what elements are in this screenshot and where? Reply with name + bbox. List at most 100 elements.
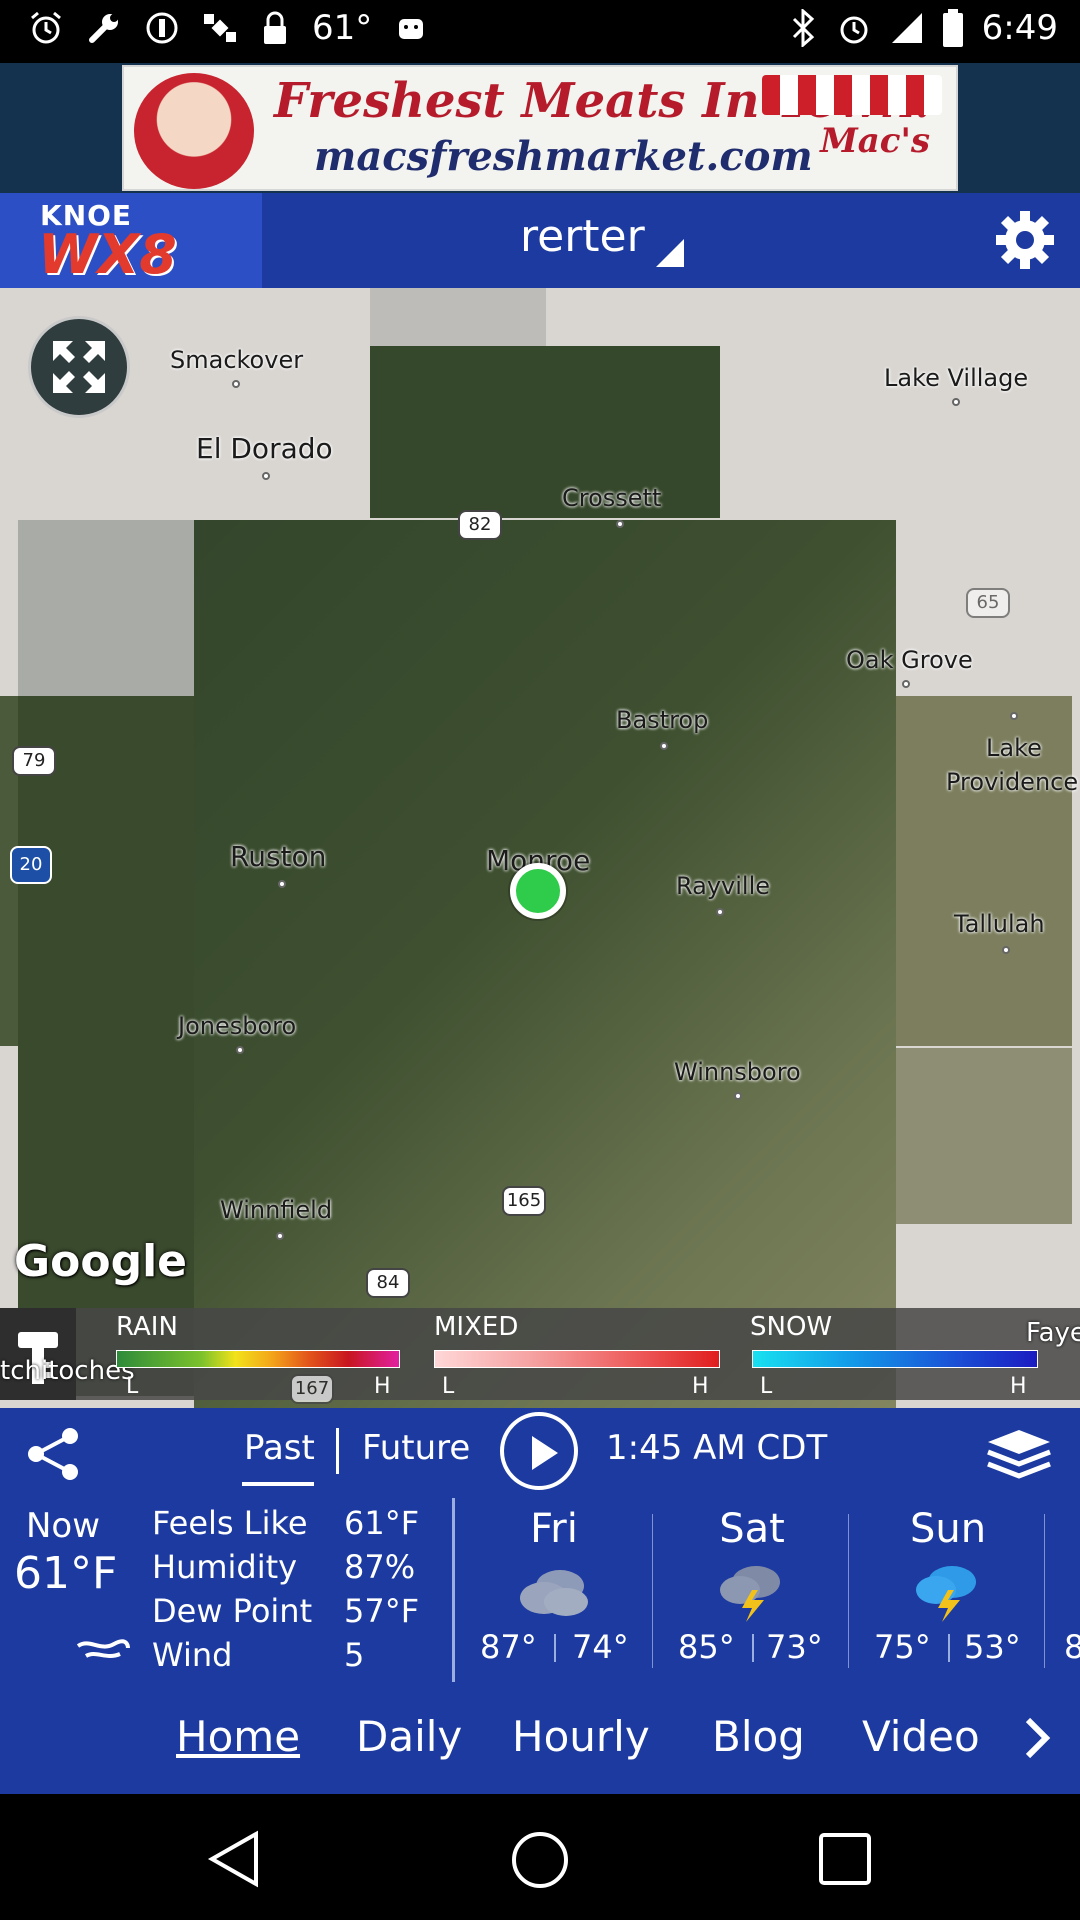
place-dot xyxy=(902,680,910,688)
legend-mixed-low: L xyxy=(442,1374,455,1399)
alarm-icon xyxy=(31,11,61,44)
radar-map[interactable]: Smackover El Dorado Crossett Lake Villag… xyxy=(0,288,1080,1408)
legend-mixed-label: MIXED xyxy=(434,1312,519,1342)
lock-icon xyxy=(264,11,286,44)
now-label: Now xyxy=(26,1506,101,1546)
place-dot xyxy=(952,398,960,406)
bluetooth-icon xyxy=(792,9,814,47)
forecast-divider xyxy=(1044,1514,1045,1668)
satellite-tile xyxy=(194,520,896,1408)
highway-shield: 65 xyxy=(966,588,1010,618)
chevron-right-icon[interactable] xyxy=(1018,1716,1058,1760)
dew-point-label: Dew Point xyxy=(152,1592,313,1630)
highway-shield: 165 xyxy=(502,1186,546,1216)
nav-daily[interactable]: Daily xyxy=(356,1712,462,1761)
satellite-tile xyxy=(370,288,546,346)
tab-past[interactable]: Past xyxy=(244,1428,315,1468)
share-icon[interactable] xyxy=(22,1422,86,1486)
location-marker[interactable] xyxy=(510,863,566,919)
satellite-tile xyxy=(18,520,194,696)
humidity-label: Humidity xyxy=(152,1548,298,1586)
place-label: Crossett xyxy=(562,484,662,512)
radar-legend: tchitoches Faye 167 RAIN L H MIXED L H S… xyxy=(0,1308,1080,1404)
layers-icon[interactable] xyxy=(984,1426,1054,1482)
location-selector[interactable]: rerter xyxy=(520,211,645,262)
place-label: Rayville xyxy=(676,872,771,900)
legend-mixed-bar xyxy=(434,1350,720,1368)
weather-panel: Now 61°F Feels Like 61°F Humidity 87% De… xyxy=(0,1498,1080,1682)
place-label: Lake xyxy=(986,734,1042,762)
ad-banner[interactable]: Freshest Meats In Town! macsfreshmarket.… xyxy=(122,65,958,191)
place-label: El Dorado xyxy=(196,432,333,465)
legend-snow-label: SNOW xyxy=(750,1312,833,1342)
highway-shield: 79 xyxy=(12,746,56,776)
ad-area: Freshest Meats In Town! macsfreshmarket.… xyxy=(0,63,1080,193)
wrench-icon xyxy=(89,14,118,43)
legend-snow-high: H xyxy=(1010,1374,1027,1399)
nav-home[interactable]: Home xyxy=(176,1712,300,1761)
satellite-tile xyxy=(370,346,720,518)
tab-future[interactable]: Future xyxy=(362,1428,470,1468)
highway-shield: 84 xyxy=(366,1268,410,1298)
wind-label: Wind xyxy=(152,1636,233,1674)
place-label: Ruston xyxy=(230,840,327,873)
nav-blog[interactable]: Blog xyxy=(712,1712,805,1761)
forecast-day: Sun xyxy=(909,1506,987,1552)
place-dot xyxy=(276,1232,284,1240)
temp-separator xyxy=(752,1634,754,1662)
nav-video[interactable]: Video xyxy=(862,1712,980,1761)
forecast-low: 74° xyxy=(572,1628,629,1666)
satellite-icon xyxy=(204,14,236,42)
place-dot xyxy=(660,742,668,750)
google-attribution: Google xyxy=(14,1236,187,1287)
place-label: Faye xyxy=(1026,1318,1080,1348)
satellite-tile xyxy=(896,696,1072,1046)
place-label: Oak Grove xyxy=(846,646,973,674)
wind-value: 5 xyxy=(344,1636,365,1674)
ad-url: macsfreshmarket.com xyxy=(314,133,813,180)
place-label: Winnfield xyxy=(220,1196,333,1224)
expand-map-button[interactable] xyxy=(28,316,130,418)
play-icon xyxy=(532,1436,558,1470)
place-label: Lake Village xyxy=(884,364,1029,392)
forecast-high: 87° xyxy=(480,1628,537,1666)
cloudy-icon xyxy=(520,1570,588,1616)
expand-icon xyxy=(53,341,105,393)
recents-icon[interactable] xyxy=(818,1832,872,1886)
logo-line2: WX8 xyxy=(38,223,177,286)
radar-controls: Past Future 1:45 AM CDT xyxy=(0,1408,1080,1498)
satellite-tile xyxy=(896,1048,1072,1224)
play-button[interactable] xyxy=(500,1412,578,1490)
wind-icon xyxy=(76,1639,130,1658)
status-temperature: 61° xyxy=(312,8,373,48)
ad-brand: Mac's xyxy=(820,121,930,161)
thunderstorm-icon xyxy=(720,1566,780,1622)
status-time: 6:49 xyxy=(981,8,1058,48)
legend-rain-bar xyxy=(116,1350,400,1368)
current-temperature: 61°F xyxy=(14,1548,118,1599)
info-icon xyxy=(146,12,178,44)
legend-key[interactable] xyxy=(0,1308,76,1400)
legend-rain-label: RAIN xyxy=(116,1312,178,1342)
place-dot xyxy=(1002,946,1010,954)
radar-timestamp: 1:45 AM CDT xyxy=(606,1428,828,1468)
place-dot xyxy=(232,380,240,388)
feels-like-label: Feels Like xyxy=(152,1504,308,1542)
nav-hourly[interactable]: Hourly xyxy=(512,1712,650,1761)
place-label: Winnsboro xyxy=(674,1058,801,1086)
forecast-day: Fri xyxy=(530,1506,578,1552)
gear-icon[interactable] xyxy=(992,207,1058,273)
app-header: KNOE WX8 rerter xyxy=(0,193,1080,288)
ad-mascot-image xyxy=(134,73,254,189)
forecast-low: 73° xyxy=(766,1628,823,1666)
place-label: Jonesboro xyxy=(178,1012,297,1040)
home-icon[interactable] xyxy=(510,1830,570,1890)
place-dot xyxy=(278,880,286,888)
place-label: tchitoches xyxy=(0,1356,135,1386)
system-nav-bar xyxy=(0,1794,1080,1920)
dropdown-triangle-icon[interactable] xyxy=(656,239,684,267)
back-icon[interactable] xyxy=(206,1830,264,1888)
place-dot xyxy=(734,1092,742,1100)
legend-snow-bar xyxy=(752,1350,1038,1368)
forecast-high: 75° xyxy=(874,1628,931,1666)
